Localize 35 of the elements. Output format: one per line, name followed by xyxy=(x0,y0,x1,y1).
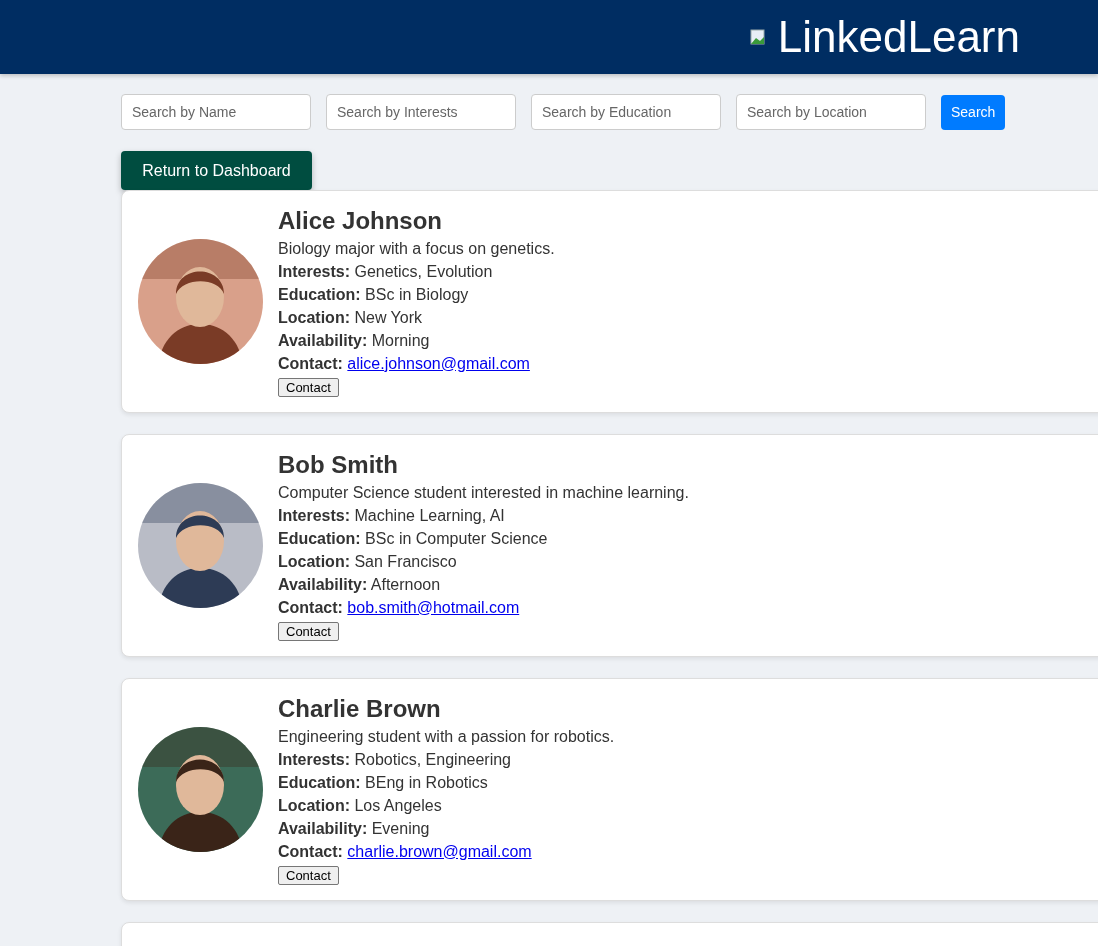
return-button[interactable]: Return to Dashboard xyxy=(121,151,312,190)
profile-name: Alice Johnson xyxy=(278,206,443,235)
broken-image-icon xyxy=(749,29,766,45)
contact-button[interactable]: Contact xyxy=(278,377,339,397)
search-button[interactable]: Search xyxy=(941,94,1006,130)
contact-line: Contact: bob.smith@hotmail.com xyxy=(278,597,520,618)
contact-line: Contact: charlie.brown@gmail.com xyxy=(278,841,532,862)
profile-detail: Availability: Afternoon xyxy=(278,574,441,595)
profile-bio: Computer Science student interested in machine learning. xyxy=(278,482,689,503)
profile-name: Charlie Brown xyxy=(278,694,441,723)
search-field[interactable]: Search by Name xyxy=(121,94,311,130)
email-link[interactable]: charlie.brown@gmail.com xyxy=(347,842,532,860)
profile-detail: Interests: Machine Learning, AI xyxy=(278,505,505,526)
email-link[interactable]: bob.smith@hotmail.com xyxy=(347,598,520,616)
profile-detail: Interests: Genetics, Evolution xyxy=(278,261,493,282)
profile-detail: Education: BEng in Robotics xyxy=(278,772,488,793)
profile-detail: Location: Los Angeles xyxy=(278,795,442,816)
profile-detail: Education: BSc in Biology xyxy=(278,284,469,305)
profile-detail: Availability: Morning xyxy=(278,330,430,351)
logo-text: LinkedLearn xyxy=(777,12,1020,62)
profile-detail: Location: New York xyxy=(278,307,423,328)
email-link[interactable]: alice.johnson@gmail.com xyxy=(347,354,530,372)
profile-bio: Engineering student with a passion for robotics. xyxy=(278,726,615,747)
contact-button[interactable]: Contact xyxy=(278,621,339,641)
profile-name: Bob Smith xyxy=(278,450,398,479)
contact-line: Contact: alice.johnson@gmail.com xyxy=(278,353,530,374)
search-field[interactable]: Search by Interests xyxy=(326,94,516,130)
profile-detail: Availability: Evening xyxy=(278,818,430,839)
profile-detail: Interests: Robotics, Engineering xyxy=(278,749,511,770)
search-field[interactable]: Search by Education xyxy=(531,94,721,130)
search-field[interactable]: Search by Location xyxy=(736,94,926,130)
profile-bio: Biology major with a focus on genetics. xyxy=(278,238,555,259)
profile-detail: Location: San Francisco xyxy=(278,551,457,572)
profile-detail: Education: BSc in Computer Science xyxy=(278,528,548,549)
contact-button[interactable]: Contact xyxy=(278,865,339,885)
